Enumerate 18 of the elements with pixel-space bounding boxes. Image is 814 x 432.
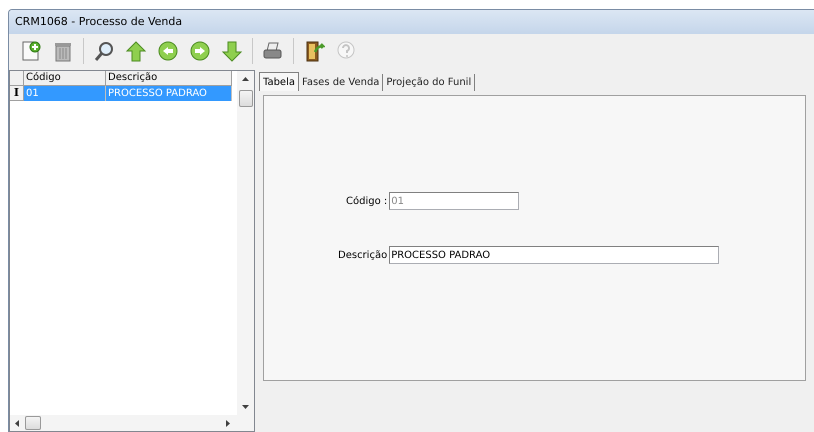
scroll-thumb[interactable]	[238, 90, 252, 107]
scroll-left-icon[interactable]	[15, 420, 19, 426]
tab[interactable]: Tabela	[259, 72, 299, 91]
field-label: Código :	[346, 194, 388, 208]
horizontal-scrollbar[interactable]	[10, 415, 254, 431]
scroll-up-icon[interactable]	[242, 77, 249, 81]
scroll-right-icon[interactable]	[226, 420, 230, 426]
scroll-thumb[interactable]	[25, 416, 41, 430]
vertical-scrollbar[interactable]	[237, 71, 254, 415]
scroll-down-icon[interactable]	[242, 405, 249, 409]
tab[interactable]: Projeção do Funil	[383, 74, 476, 91]
input-field[interactable]: PROCESSO PADRAO	[389, 246, 720, 264]
column-header[interactable]: Descrição	[106, 71, 232, 86]
column-header[interactable]: Código	[24, 71, 106, 86]
window-title: CRM1068 - Processo de Venda	[15, 14, 182, 30]
field-label: Descrição	[338, 248, 388, 262]
row-indicator: I	[10, 86, 24, 101]
tab[interactable]: Fases de Venda	[299, 74, 384, 91]
